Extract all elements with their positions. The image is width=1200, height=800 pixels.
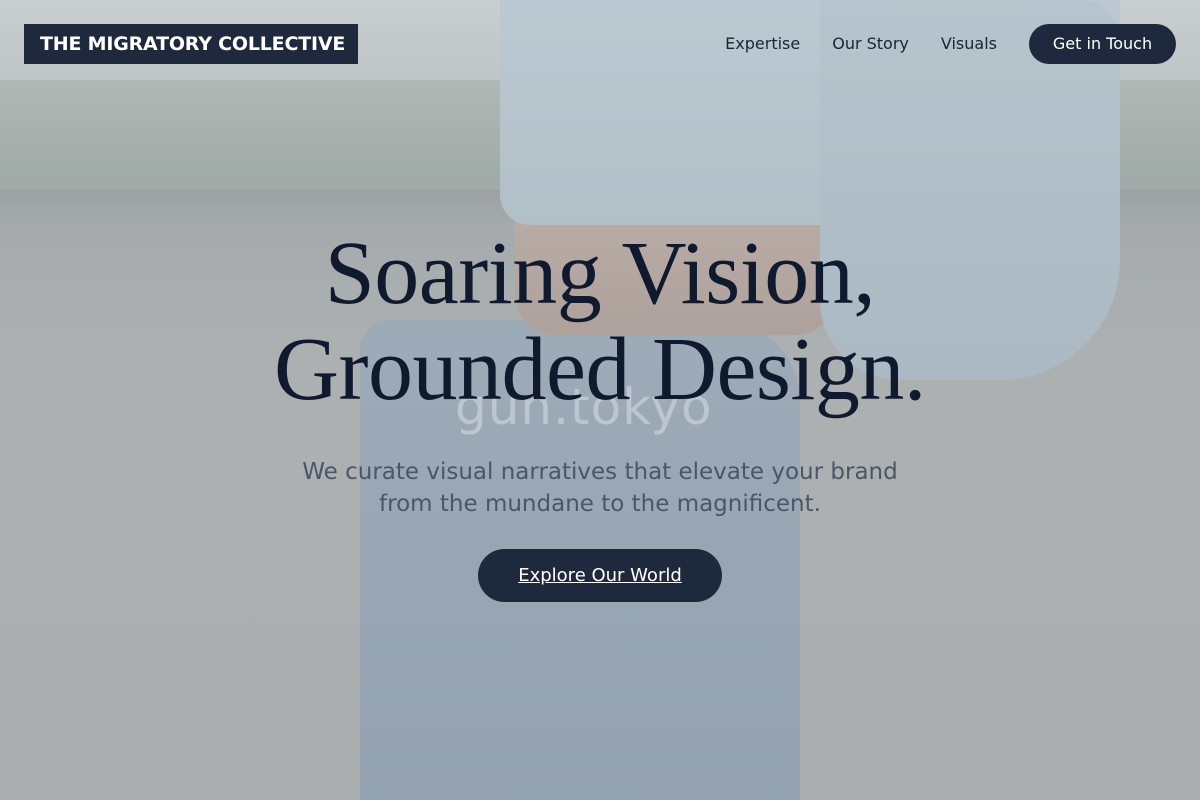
hero-headline: Soaring Vision, Grounded Design. (0, 226, 1200, 418)
hero-subtitle: We curate visual narratives that elevate… (270, 456, 930, 520)
nav-link-expertise[interactable]: Expertise (725, 24, 800, 64)
nav-link-our-story[interactable]: Our Story (832, 24, 909, 64)
explore-our-world-button[interactable]: Explore Our World (478, 549, 722, 602)
brand-logo[interactable]: THE MIGRATORY COLLECTIVE (24, 24, 358, 64)
nav-link-visuals[interactable]: Visuals (941, 24, 997, 64)
hero-section: Soaring Vision, Grounded Design. We cura… (0, 226, 1200, 602)
get-in-touch-button[interactable]: Get in Touch (1029, 24, 1176, 64)
main-nav: Expertise Our Story Visuals Get in Touch (725, 24, 1176, 64)
hero-subtitle-line-1: We curate visual narratives that elevate… (302, 459, 898, 485)
site-header: THE MIGRATORY COLLECTIVE Expertise Our S… (24, 24, 1176, 64)
hero-headline-line-2: Grounded Design. (274, 320, 926, 419)
hero-subtitle-line-2: from the mundane to the magnificent. (379, 491, 821, 517)
hero-headline-line-1: Soaring Vision, (324, 224, 876, 323)
